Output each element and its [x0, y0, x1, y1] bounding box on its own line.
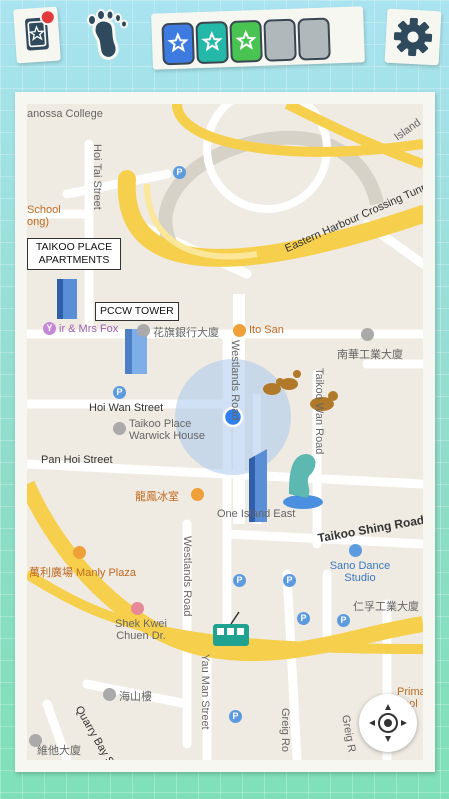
footprint-button[interactable]: [82, 8, 132, 62]
label-taikoo-wan-road: Taikoo Wan Road: [313, 368, 325, 455]
crosshair-icon: [369, 704, 407, 742]
label-one-island-east: One Island East: [217, 508, 296, 520]
label-hoi-tai-street: Hoi Tai Street: [91, 144, 103, 210]
slot-4: [263, 18, 297, 62]
gear-icon: [393, 17, 433, 57]
slot-1: [161, 22, 195, 66]
label-ito-san: Ito San: [249, 324, 284, 336]
label-school-2: ong): [27, 216, 50, 228]
label-yau-man-street: Yau Man Street: [199, 654, 211, 730]
parking-icon: P: [229, 710, 242, 723]
parking-icon: P: [283, 574, 296, 587]
label-lungfung: 龍鳳冰室: [135, 491, 179, 503]
label-nanhua: 南華工業大廈: [337, 349, 403, 361]
shopping-icon: [73, 546, 86, 559]
building-icon: [113, 422, 126, 435]
building-icon: [137, 324, 150, 337]
map-frame: anossa College Island Hoi Tai Street Sch…: [15, 92, 435, 772]
label-weita: 維他大廈: [37, 745, 81, 757]
label-hoishan: 海山樓: [119, 691, 152, 703]
building-icon: [103, 688, 116, 701]
label-canossa: anossa College: [27, 108, 103, 120]
footprint-icon: [87, 9, 128, 60]
parking-icon: P: [337, 614, 350, 627]
label-westlands-road-bottom: Westlands Road: [181, 536, 193, 617]
slot-5: [297, 17, 331, 61]
label-hoi-wan-street: Hoi Wan Street: [89, 402, 164, 414]
star-icon: [201, 30, 223, 52]
top-bar: [0, 0, 449, 80]
notification-badge: [39, 8, 57, 26]
landmark-taikoo-place[interactable]: TAIKOO PLACE APARTMENTS: [27, 238, 121, 270]
building-icon: [361, 328, 374, 341]
label-school: School: [27, 204, 61, 216]
slot-3: [229, 19, 263, 63]
label-shek-kwei: Shek Kwei Chuen Dr.: [115, 618, 167, 642]
tower-taikoo-place: [57, 279, 77, 319]
collection-tray[interactable]: [151, 6, 365, 70]
temple-icon: [131, 602, 144, 615]
parking-icon: P: [173, 166, 186, 179]
parking-icon: P: [297, 612, 310, 625]
dance-icon: [349, 544, 362, 557]
label-yanhau: 仁孚工業大廈: [353, 601, 419, 613]
label-westlands-road-top: Westlands Road: [229, 340, 241, 421]
label-manly-plaza: 萬利廣場 Manly Plaza: [29, 567, 136, 579]
restaurant-icon: [191, 488, 204, 501]
star-icon: [167, 32, 189, 53]
slot-2: [195, 21, 229, 65]
settings-button[interactable]: [384, 8, 442, 66]
parking-icon: P: [233, 574, 246, 587]
label-citibank: 花旗銀行大廈: [153, 327, 219, 339]
card-collection-button[interactable]: [13, 6, 61, 64]
map-roads: [27, 104, 423, 760]
star-icon: [235, 29, 257, 51]
label-sano-dance: Sano Dance Studio: [329, 560, 391, 584]
recenter-location-button[interactable]: [359, 694, 417, 752]
map-view[interactable]: anossa College Island Hoi Tai Street Sch…: [27, 104, 423, 760]
parking-icon: P: [113, 386, 126, 399]
label-pan-hoi-street: Pan Hoi Street: [41, 454, 113, 466]
bar-icon: Y: [43, 322, 56, 335]
landmark-pccw-tower[interactable]: PCCW TOWER: [95, 302, 179, 321]
restaurant-icon: [233, 324, 246, 337]
label-warwick-house: Taikoo Place Warwick House: [129, 418, 205, 442]
label-greig-road: Greig Ro: [279, 708, 291, 753]
label-mr-mrs-fox: ir & Mrs Fox: [59, 323, 119, 335]
